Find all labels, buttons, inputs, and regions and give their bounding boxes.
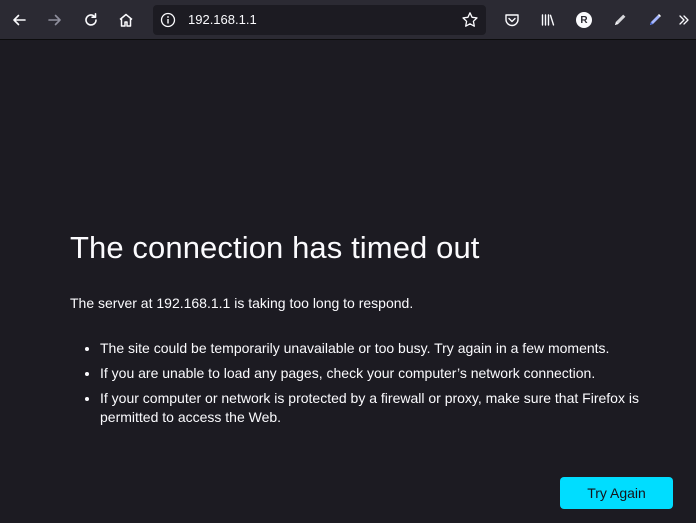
error-content: The connection has timed out The server … (70, 228, 680, 433)
back-button[interactable] (5, 6, 33, 34)
browser-toolbar: 192.168.1.1 R (0, 0, 696, 40)
url-bar[interactable]: 192.168.1.1 (153, 5, 486, 35)
info-icon[interactable] (159, 11, 177, 29)
reload-button[interactable] (77, 6, 105, 34)
home-icon (118, 12, 134, 28)
extension-button-2[interactable] (641, 6, 669, 34)
library-button[interactable] (534, 6, 562, 34)
account-avatar: R (576, 12, 592, 28)
pocket-button[interactable] (498, 6, 526, 34)
pocket-icon (504, 12, 520, 28)
list-item: The site could be temporarily unavailabl… (100, 339, 680, 358)
arrow-right-icon (47, 12, 63, 28)
error-title: The connection has timed out (70, 230, 480, 265)
overflow-menu-button[interactable] (673, 6, 695, 34)
arrow-left-icon (11, 12, 27, 28)
pen-icon (647, 12, 663, 28)
list-item: If your computer or network is protected… (100, 389, 680, 427)
reload-icon (83, 12, 99, 28)
forward-button[interactable] (41, 6, 69, 34)
error-suggestions: The site could be temporarily unavailabl… (70, 339, 680, 427)
chevron-double-right-icon (678, 14, 690, 26)
extension-button-1[interactable] (606, 6, 634, 34)
url-text[interactable]: 192.168.1.1 (188, 12, 257, 27)
error-description: The server at 192.168.1.1 is taking too … (70, 295, 414, 311)
star-icon[interactable] (460, 10, 480, 30)
list-item: If you are unable to load any pages, che… (100, 364, 680, 383)
account-button[interactable]: R (570, 6, 598, 34)
try-again-button[interactable]: Try Again (560, 477, 673, 509)
home-button[interactable] (112, 6, 140, 34)
library-icon (540, 12, 556, 28)
pencil-icon (612, 12, 628, 28)
